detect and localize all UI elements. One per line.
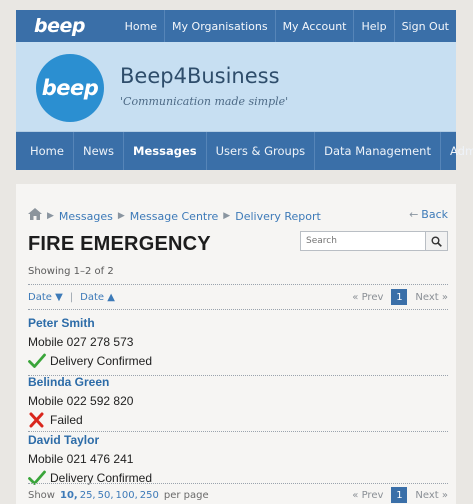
- header-banner: beep Beep4Business 'Communication made s…: [16, 42, 456, 132]
- delivery-status: Failed: [28, 412, 83, 428]
- back-label: Back: [421, 208, 448, 221]
- search-icon: [431, 236, 442, 247]
- breadcrumb-separator-icon: ▶: [47, 211, 54, 221]
- per-page-50[interactable]: 50,: [98, 490, 114, 501]
- cross-icon: [29, 412, 44, 428]
- top-nav-my-account[interactable]: My Account: [274, 10, 354, 42]
- pager-top: « Prev 1 Next »: [352, 289, 448, 305]
- pager-next[interactable]: Next »: [415, 292, 448, 303]
- pager-bottom: « Prev 1 Next »: [352, 487, 448, 503]
- list-item: Peter Smith Mobile 027 278 573 Delivery …: [28, 316, 448, 374]
- per-page-250[interactable]: 250: [140, 490, 159, 501]
- page-title: FIRE EMERGENCY: [28, 233, 211, 255]
- check-icon: [28, 353, 46, 368]
- main-nav-data-management[interactable]: Data Management: [314, 132, 440, 170]
- breadcrumb-separator-icon: ▶: [117, 211, 125, 221]
- recipient-mobile: Mobile 021 476 241: [28, 452, 134, 466]
- per-page-100[interactable]: 100,: [116, 490, 138, 501]
- sort-row: Date ▼ | Date ▲ « Prev 1 Next »: [28, 288, 448, 306]
- back-arrow-icon: ←: [409, 208, 419, 221]
- content-panel: ▶ Messages ▶ Message Centre ▶ Delivery R…: [16, 184, 456, 504]
- per-page-suffix: per page: [163, 489, 209, 501]
- divider: [28, 309, 448, 310]
- recipient-mobile: Mobile 022 592 820: [28, 394, 134, 408]
- main-nav-news[interactable]: News: [72, 132, 123, 170]
- main-nav: Home News Messages Users & Groups Data M…: [16, 132, 473, 170]
- pager-prev[interactable]: « Prev: [352, 490, 383, 501]
- delivery-status: Delivery Confirmed: [28, 353, 152, 369]
- breadcrumb-message-centre[interactable]: Message Centre: [130, 210, 219, 223]
- breadcrumb: ▶ Messages ▶ Message Centre ▶ Delivery R…: [28, 208, 321, 224]
- recipient-name[interactable]: Belinda Green: [28, 375, 109, 389]
- search-input[interactable]: [300, 231, 426, 251]
- top-nav-home[interactable]: Home: [118, 10, 164, 42]
- status-text: Delivery Confirmed: [50, 354, 153, 368]
- site-title: Beep4Business: [120, 64, 280, 88]
- recipient-name[interactable]: Peter Smith: [28, 316, 95, 330]
- pager-current-page[interactable]: 1: [391, 289, 408, 305]
- footer-row: Show 10, 25, 50, 100, 250 per page « Pre…: [28, 486, 448, 504]
- breadcrumb-delivery-report[interactable]: Delivery Report: [235, 210, 321, 223]
- top-nav-my-organisations[interactable]: My Organisations: [164, 10, 275, 42]
- main-nav-admin[interactable]: Admin: [439, 132, 473, 170]
- top-nav: Home My Organisations My Account Help Si…: [118, 10, 456, 42]
- home-icon[interactable]: [28, 208, 42, 224]
- top-logo[interactable]: beep: [16, 15, 118, 37]
- pager-next[interactable]: Next »: [415, 490, 448, 501]
- per-page-10[interactable]: 10,: [60, 490, 78, 501]
- search-button[interactable]: [426, 231, 448, 251]
- site-tagline: 'Communication made simple': [120, 95, 289, 108]
- breadcrumb-messages[interactable]: Messages: [59, 210, 113, 223]
- recipient-mobile: Mobile 027 278 573: [28, 335, 134, 349]
- sort-date-desc[interactable]: Date ▼: [28, 292, 63, 303]
- main-nav-home[interactable]: Home: [16, 132, 73, 170]
- breadcrumb-separator-icon: ▶: [223, 211, 231, 221]
- main-nav-users-groups[interactable]: Users & Groups: [205, 132, 314, 170]
- top-bar: beep Home My Organisations My Account He…: [16, 10, 456, 42]
- top-nav-help[interactable]: Help: [353, 10, 393, 42]
- divider: [28, 483, 448, 484]
- show-label: Show: [28, 489, 55, 501]
- brand-logo[interactable]: beep: [36, 54, 104, 122]
- divider: [28, 431, 448, 432]
- status-text: Failed: [50, 413, 83, 427]
- per-page-25[interactable]: 25,: [80, 490, 96, 501]
- sort-divider: |: [69, 291, 74, 303]
- pager-current-page[interactable]: 1: [391, 487, 408, 503]
- top-nav-sign-out[interactable]: Sign Out: [393, 10, 456, 42]
- sort-date-asc[interactable]: Date ▲: [80, 292, 115, 303]
- recipient-name[interactable]: David Taylor: [28, 433, 99, 447]
- back-link[interactable]: ← Back: [409, 208, 448, 221]
- results-count: Showing 1–2 of 2: [28, 266, 114, 277]
- list-item: Belinda Green Mobile 022 592 820 Failed: [28, 375, 448, 433]
- pager-prev[interactable]: « Prev: [352, 292, 383, 303]
- divider: [28, 284, 448, 285]
- main-nav-messages[interactable]: Messages: [123, 132, 206, 170]
